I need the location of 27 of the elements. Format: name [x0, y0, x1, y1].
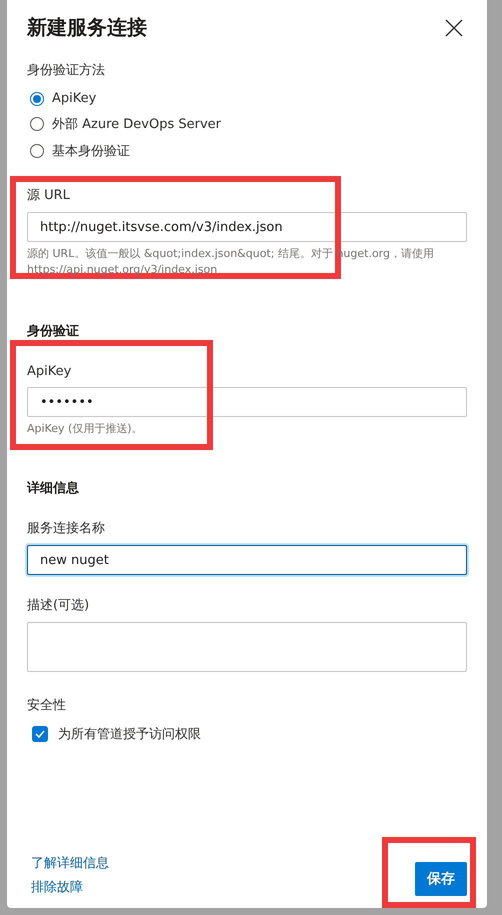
help-link[interactable]: 了解详细信息	[31, 854, 109, 872]
section-heading: 详细信息	[27, 480, 80, 497]
field-label: 描述(可选)	[27, 597, 90, 614]
radio-button[interactable]	[30, 117, 44, 131]
dialog-title: 新建服务连接	[27, 14, 147, 41]
url-field[interactable]: http://nuget.itsvse.com/v3/index.json	[27, 212, 467, 242]
help-link[interactable]: 排除故障	[31, 878, 109, 896]
checkbox-label: 为所有管道授予访问权限	[58, 726, 201, 743]
password-field[interactable]: •••••••	[27, 387, 467, 417]
radio-label: 外部 Azure DevOps Server	[52, 116, 221, 133]
field-label: ApiKey	[27, 364, 72, 379]
field-label: 服务连接名称	[27, 520, 106, 537]
checkbox[interactable]	[32, 726, 48, 742]
name-field[interactable]: new nuget	[27, 545, 467, 575]
save-button[interactable]: 保存	[415, 862, 467, 896]
radio-button[interactable]	[30, 92, 44, 106]
checkmark-icon	[35, 730, 45, 738]
field-label: 源 URL	[27, 187, 71, 204]
section-heading: 身份验证	[27, 323, 80, 340]
field-label: 身份验证方法	[27, 62, 106, 79]
close-icon	[445, 18, 463, 36]
radio-label: 基本身份验证	[52, 143, 130, 160]
description-field[interactable]	[27, 622, 467, 672]
radio-label: ApiKey	[52, 91, 96, 106]
field-label: 安全性	[27, 697, 67, 714]
help-text: ApiKey (仅用于推送)。	[27, 421, 144, 437]
radio-button[interactable]	[30, 144, 44, 158]
